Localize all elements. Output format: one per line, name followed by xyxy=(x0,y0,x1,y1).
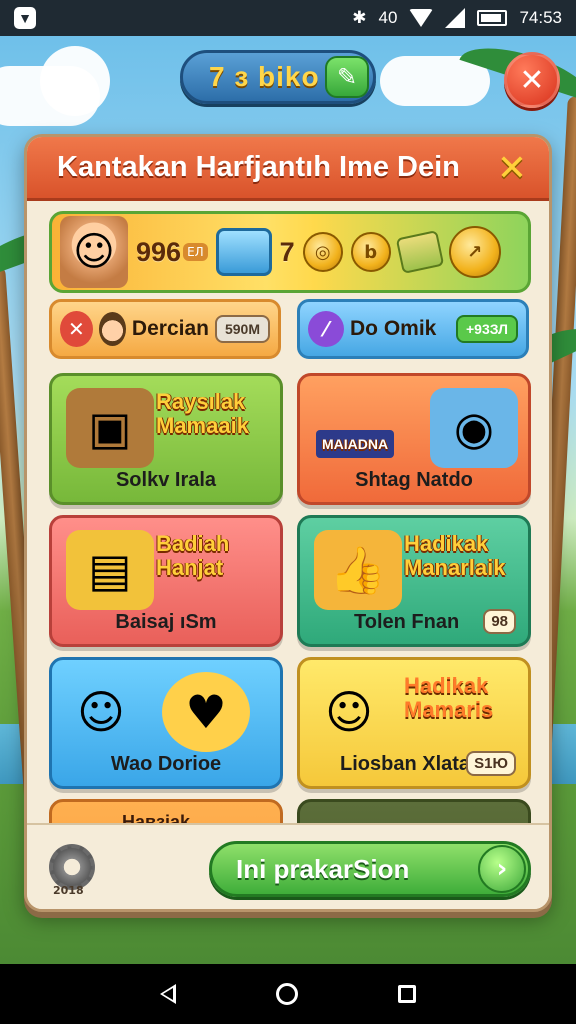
card-title: Hadikak Manarlaik xyxy=(404,531,506,580)
currency-counter[interactable]: 7 з biko ✎ xyxy=(180,50,376,104)
settings-caption: 2018 xyxy=(53,884,84,897)
coin-b-icon: b xyxy=(350,232,391,272)
card-banner: MAIADNA xyxy=(316,430,395,458)
reward-card-4[interactable]: 👍 Hadikak Manarlaik Tolen Fnan 98 xyxy=(297,515,531,647)
wallet-icon: ▣ xyxy=(66,388,154,468)
navigation-bar xyxy=(0,964,576,1024)
treasure-box-icon: ◉ xyxy=(430,388,518,468)
add-coins-icon[interactable]: ✎ xyxy=(325,56,369,98)
cash-icon xyxy=(395,230,444,274)
bluetooth-icon: ✱ xyxy=(352,8,367,27)
avatar: ☺ xyxy=(77,685,125,739)
card-tag: 98 xyxy=(483,609,516,634)
resource-primary-value: 996 xyxy=(136,236,182,267)
wifi-icon xyxy=(409,9,434,27)
arrow-right-icon: › xyxy=(478,845,526,893)
reward-card-5[interactable]: ♥ ☺ Wao Dorioe xyxy=(49,657,283,789)
mini-item-label: Do Omik xyxy=(350,317,437,340)
close-icon[interactable]: ✕ xyxy=(504,52,560,108)
card-caption: Shtag Natdo xyxy=(355,469,473,491)
reward-card-6[interactable]: ☺ Hadikak Mamaris Liosban Xlata S1Ю xyxy=(297,657,531,789)
back-icon[interactable] xyxy=(160,984,176,1004)
money-stack-icon: ▤ xyxy=(66,530,154,610)
cloud xyxy=(40,46,110,116)
mini-item-badge: +93ЗЛ xyxy=(456,315,518,343)
home-icon[interactable] xyxy=(276,983,298,1005)
proceed-button-label: Ini prakarSion xyxy=(236,853,410,884)
card-caption: Solkv Irala xyxy=(115,469,217,491)
avatar: ☺ xyxy=(325,685,373,739)
heart-badge-icon: ♥ xyxy=(162,672,250,752)
signal-icon xyxy=(445,8,466,28)
card-title: Badiah Hanjat xyxy=(156,531,230,580)
app-notification-icon: ▼ xyxy=(14,7,36,29)
magic-wand-icon: ⁄ xyxy=(308,311,344,347)
clock: 74:53 xyxy=(519,8,562,27)
bottom-action-bar: 2018 Ini prakarSion › xyxy=(27,823,549,909)
reward-card-1[interactable]: ▣ Raysılak Mamaaik Solkv Irala xyxy=(49,373,283,505)
coin-icon: ◎ xyxy=(302,232,343,272)
currency-value: 7 з biko xyxy=(209,61,320,92)
resource-primary-tag: ЕЛ xyxy=(183,243,208,261)
card-caption: Baisaj ıSm xyxy=(115,611,217,633)
card-title: Raysılak Mamaaik xyxy=(156,389,249,438)
network-label: 40 xyxy=(378,8,398,27)
reward-card-3[interactable]: ▤ Badiah Hanjat Baisaj ıSm xyxy=(49,515,283,647)
panel-title: Kantakan Harfjantıh Ime Dein xyxy=(57,151,460,183)
gold-medal-icon[interactable]: ↗ xyxy=(448,226,501,278)
status-icons: ✱ 40 74:53 xyxy=(352,8,562,28)
mini-item-dercian[interactable]: ✕ Dercian 590M xyxy=(49,299,281,359)
panel-header: Kantakan Harfjantıh Ime Dein ✕ xyxy=(27,137,549,201)
cancel-icon: ✕ xyxy=(60,311,93,347)
avatar xyxy=(98,312,126,346)
reward-card-2[interactable]: ◉ MAIADNA Shtag Natdo xyxy=(297,373,531,505)
status-bar: ▼ ✱ 40 74:53 xyxy=(0,0,576,36)
resource-secondary-value: 7 xyxy=(279,236,295,267)
card-title: Hadikak Mamaris xyxy=(404,673,494,722)
mini-item-do-omik[interactable]: ⁄ Do Omik +93ЗЛ xyxy=(297,299,529,359)
mini-item-label: Dercian xyxy=(131,317,209,340)
mini-item-badge: 590M xyxy=(214,315,270,343)
close-x-icon[interactable]: ✕ xyxy=(493,148,531,189)
crystal-chest-icon xyxy=(215,228,272,276)
rewards-panel: Kantakan Harfjantıh Ime Dein ✕ ☺ 996 ЕЛ … xyxy=(24,134,552,912)
card-caption: Wao Dorioe xyxy=(110,753,222,775)
battery-icon xyxy=(477,10,508,26)
recent-apps-icon[interactable] xyxy=(398,985,416,1003)
card-tag: S1Ю xyxy=(466,751,516,776)
thumbs-up-icon: 👍 xyxy=(314,530,402,610)
player-avatar[interactable]: ☺ xyxy=(60,216,128,288)
proceed-button[interactable]: Ini prakarSion › xyxy=(209,841,531,897)
resource-bar: ☺ 996 ЕЛ 7 ◎ b ↗ xyxy=(49,211,531,293)
